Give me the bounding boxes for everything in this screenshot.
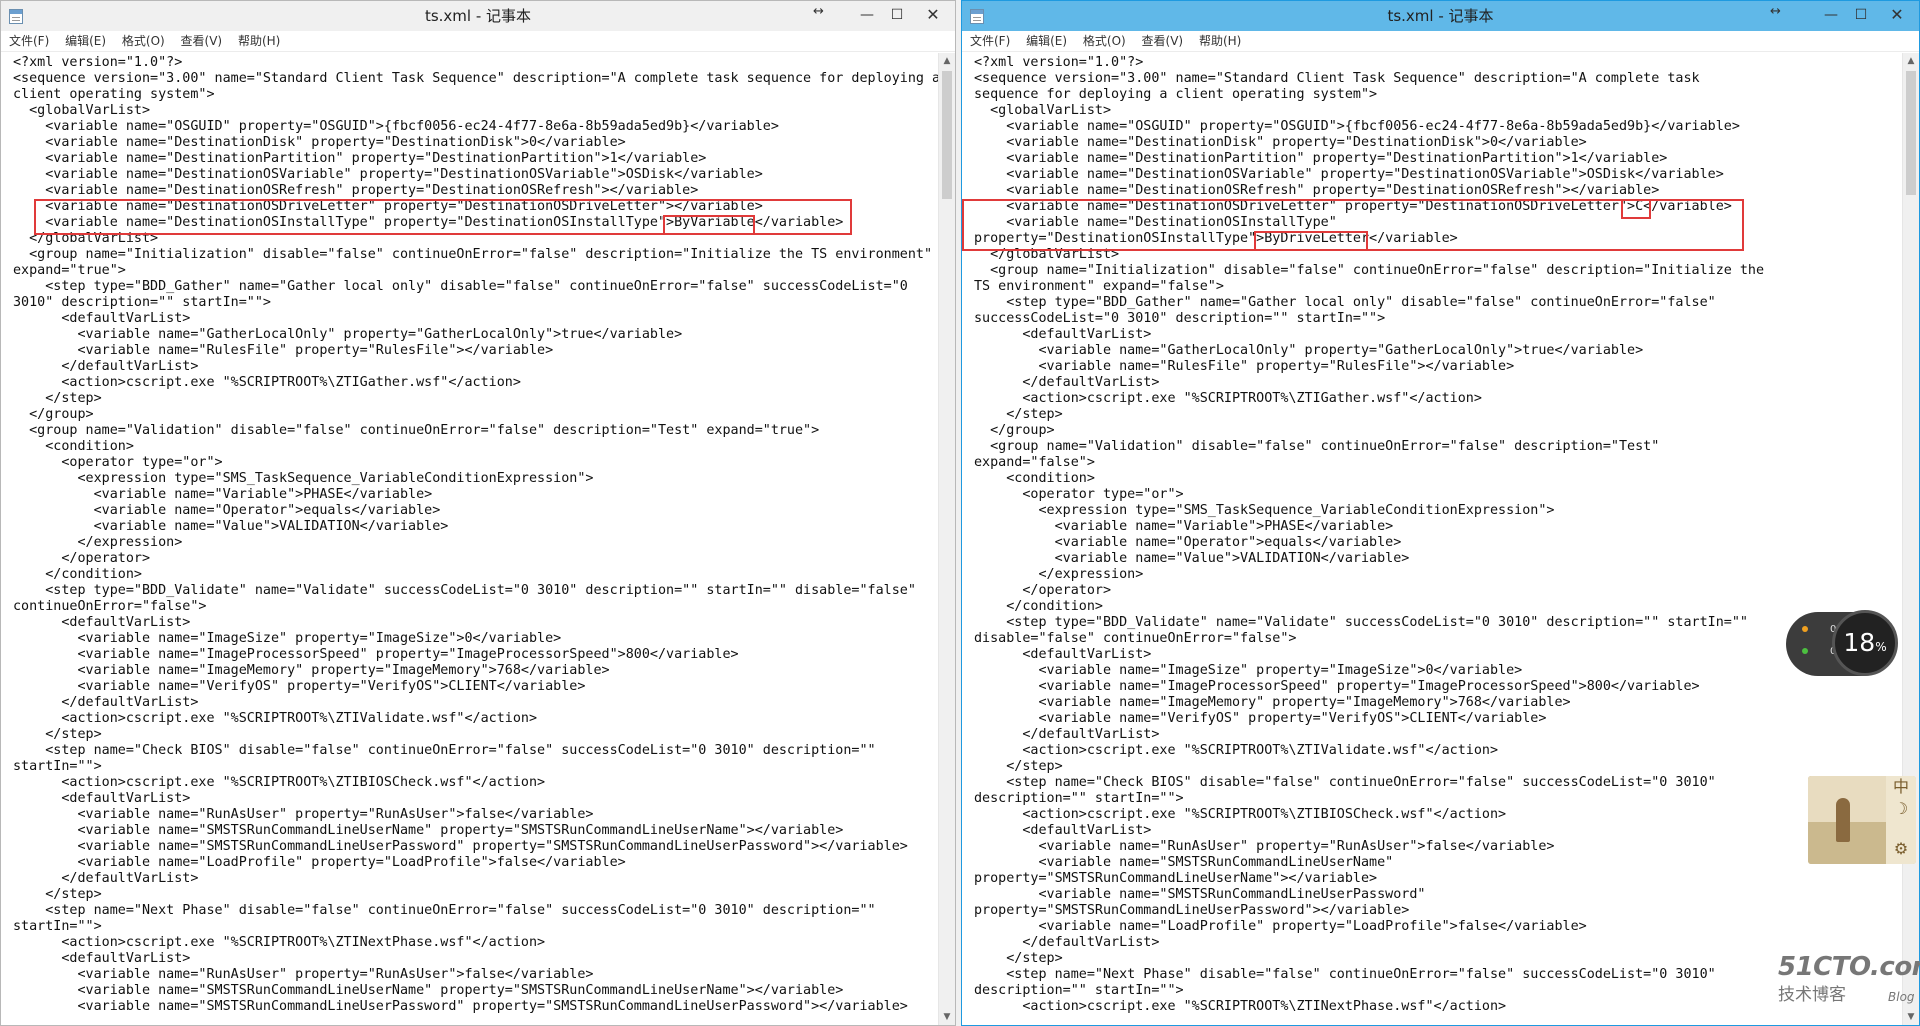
usage-unit: % (1875, 640, 1887, 654)
notepad-window-left: ↔ ts.xml - 记事本 — ☐ ✕ 文件(F) 编辑(E) 格式(O) 查… (0, 0, 956, 1026)
highlight-box-install-type (1254, 231, 1368, 251)
usage-value: 18 (1843, 628, 1876, 657)
resize-arrows-icon: ↔ (1770, 4, 1781, 19)
maximize-button[interactable]: ☐ (1847, 1, 1875, 31)
network-monitor-widget[interactable]: 0K/s 0K/s 18% (1786, 610, 1898, 676)
close-button[interactable]: ✕ (911, 1, 955, 31)
watermark-site: 51CTO.com (1778, 952, 1920, 982)
menu-help[interactable]: 帮助(H) (1199, 34, 1241, 48)
resize-arrows-icon: ↔ (813, 4, 824, 19)
menu-edit[interactable]: 编辑(E) (1026, 34, 1067, 48)
scroll-thumb[interactable] (1906, 71, 1916, 195)
menu-view[interactable]: 查看(V) (181, 34, 223, 48)
highlight-box-drive-letter (1621, 199, 1651, 219)
minimize-button[interactable]: — (1815, 1, 1847, 31)
menu-bar: 文件(F) 编辑(E) 格式(O) 查看(V) 帮助(H) (962, 31, 1919, 52)
window-title: ts.xml - 记事本 (1387, 7, 1494, 25)
download-arrow-icon (1802, 648, 1808, 654)
menu-view[interactable]: 查看(V) (1142, 34, 1184, 48)
editor-text[interactable]: <?xml version="1.0"?> <sequence version=… (962, 53, 1903, 1015)
ime-mode-toggle[interactable]: 中 (1886, 776, 1916, 798)
close-button[interactable]: ✕ (1875, 1, 1919, 31)
menu-format[interactable]: 格式(O) (1083, 34, 1126, 48)
menu-file[interactable]: 文件(F) (9, 34, 49, 48)
editor-text[interactable]: <?xml version="1.0"?> <sequence version=… (1, 53, 939, 1015)
scroll-down-icon[interactable]: ▼ (939, 1009, 955, 1025)
notepad-icon[interactable] (9, 9, 23, 24)
moon-icon[interactable]: ☽ (1886, 798, 1916, 820)
vertical-scrollbar[interactable]: ▲ ▼ (938, 53, 955, 1025)
gear-icon[interactable]: ⚙ (1886, 838, 1916, 860)
vertical-scrollbar[interactable]: ▲ ▼ (1902, 53, 1919, 1025)
scroll-thumb[interactable] (942, 71, 952, 199)
ime-skin-image (1808, 776, 1886, 864)
notepad-window-right: ↔ ts.xml - 记事本 — ☐ ✕ 文件(F) 编辑(E) 格式(O) 查… (961, 0, 1920, 1026)
title-bar[interactable]: ↔ ts.xml - 记事本 — ☐ ✕ (1, 1, 955, 31)
menu-file[interactable]: 文件(F) (970, 34, 1010, 48)
menu-edit[interactable]: 编辑(E) (65, 34, 106, 48)
scroll-up-icon[interactable]: ▲ (1903, 53, 1919, 69)
watermark-tag: Blog (1888, 990, 1915, 1004)
menu-format[interactable]: 格式(O) (122, 34, 165, 48)
usage-gauge[interactable]: 18% (1832, 610, 1898, 676)
notepad-icon[interactable] (970, 9, 984, 24)
menu-help[interactable]: 帮助(H) (238, 34, 280, 48)
minimize-button[interactable]: — (851, 1, 883, 31)
menu-bar: 文件(F) 编辑(E) 格式(O) 查看(V) 帮助(H) (1, 31, 955, 52)
scroll-up-icon[interactable]: ▲ (939, 53, 955, 69)
ime-controls: 中 ☽ ⚙ (1886, 776, 1916, 864)
window-title: ts.xml - 记事本 (424, 7, 532, 25)
maximize-button[interactable]: ☐ (883, 1, 911, 31)
watermark-logo: 51CTO.com 技术博客 Blog (1778, 952, 1920, 1005)
title-bar[interactable]: ↔ ts.xml - 记事本 — ☐ ✕ (962, 1, 1919, 31)
scroll-down-icon[interactable]: ▼ (1903, 1009, 1919, 1025)
upload-arrow-icon (1802, 626, 1808, 632)
highlight-box-install-type (663, 215, 755, 235)
ime-panel[interactable]: 中 ☽ ⚙ (1808, 776, 1916, 864)
